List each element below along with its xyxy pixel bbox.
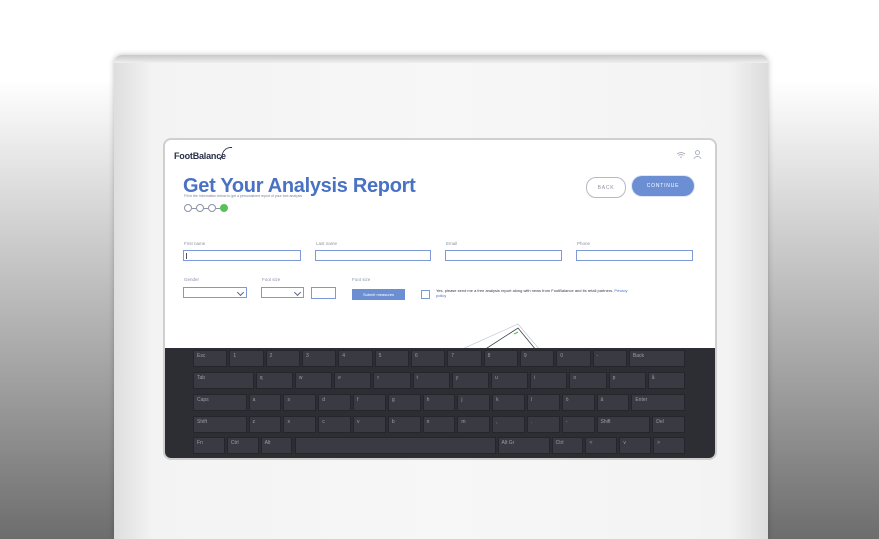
- consent-label: Yes, please send me a free analysis repo…: [436, 288, 614, 293]
- keyboard-key[interactable]: g: [387, 394, 421, 411]
- keyboard-key[interactable]: i: [530, 372, 568, 389]
- kiosk-top-edge: [114, 55, 768, 63]
- keyboard-key[interactable]: Caps: [193, 394, 247, 411]
- last-name-field[interactable]: [315, 250, 431, 261]
- keyboard-key[interactable]: Ctrl: [226, 437, 259, 454]
- foot-size-label: Foot size: [262, 277, 281, 282]
- last-name-label: Last name: [316, 241, 338, 246]
- keyboard-key[interactable]: ,: [492, 416, 525, 433]
- keyboard-key[interactable]: y: [451, 372, 489, 389]
- keyboard-key[interactable]: <: [585, 437, 618, 454]
- email-label: Email: [446, 241, 458, 246]
- top-bar: FootBalance: [165, 140, 715, 168]
- keyboard-key[interactable]: u: [490, 372, 529, 389]
- kiosk-screen: FootBalance Get Your Analysis Report Fil…: [165, 140, 715, 458]
- keyboard-key[interactable]: .: [526, 416, 560, 433]
- wifi-icon: [677, 152, 685, 158]
- keyboard-key[interactable]: d: [318, 394, 352, 411]
- keyboard-key[interactable]: 2: [265, 350, 300, 367]
- keyboard-key[interactable]: Alt: [260, 437, 293, 454]
- keyboard-key[interactable]: h: [422, 394, 456, 411]
- keyboard-key[interactable]: 0: [556, 350, 591, 367]
- keyboard-key[interactable]: n: [422, 416, 456, 433]
- text-caret: [186, 253, 187, 259]
- brand-logo-mark: [219, 147, 233, 160]
- keyboard-key[interactable]: r: [373, 372, 411, 389]
- brand-logo: FootBalance: [174, 151, 226, 161]
- keyboard-key[interactable]: v: [353, 416, 386, 433]
- first-name-field[interactable]: [183, 250, 301, 261]
- foot-size-number-field[interactable]: [311, 287, 336, 299]
- chevron-down-icon: [293, 288, 302, 297]
- keyboard-key[interactable]: m: [457, 416, 491, 433]
- keyboard-key[interactable]: f: [353, 394, 386, 411]
- keyboard-key[interactable]: Shift: [193, 416, 247, 433]
- keyboard-key[interactable]: z: [248, 416, 282, 433]
- keyboard-key[interactable]: ö: [561, 394, 595, 411]
- user-icon[interactable]: [693, 150, 702, 159]
- keyboard-space-key[interactable]: [294, 437, 496, 454]
- keyboard-key[interactable]: b: [387, 416, 421, 433]
- keyboard-key[interactable]: 3: [301, 350, 337, 367]
- keyboard-key[interactable]: a: [248, 394, 282, 411]
- keyboard-key[interactable]: Back: [628, 350, 685, 367]
- keyboard-key[interactable]: x: [283, 416, 317, 433]
- keyboard-key[interactable]: Ctrl: [551, 437, 584, 454]
- keyboard-key[interactable]: 7: [447, 350, 482, 367]
- consent-checkbox[interactable]: [421, 290, 430, 299]
- gender-select[interactable]: [183, 287, 247, 298]
- keyboard-key[interactable]: Enter: [631, 394, 685, 411]
- page-subtitle: Fill in the information below to get a p…: [184, 194, 303, 198]
- keyboard-key[interactable]: -: [561, 416, 595, 433]
- chevron-down-icon: [236, 288, 245, 297]
- keyboard-key[interactable]: Alt Gr: [497, 437, 550, 454]
- keyboard-key[interactable]: Del: [652, 416, 685, 433]
- step-1-dot: [184, 204, 192, 212]
- keyboard-key[interactable]: ä: [596, 394, 630, 411]
- keyboard-key[interactable]: Tab: [193, 372, 254, 389]
- foot-scan-preview: [459, 323, 541, 350]
- keyboard-key[interactable]: s: [283, 394, 317, 411]
- step-3-dot: [208, 204, 216, 212]
- keyboard-key[interactable]: 5: [374, 350, 409, 367]
- background-top: [0, 0, 879, 58]
- foot-size-select[interactable]: [261, 287, 304, 298]
- step-4-dot-active: [220, 204, 228, 212]
- first-name-label: First name: [184, 241, 206, 246]
- gender-label: Gender: [184, 277, 200, 282]
- keyboard-key[interactable]: -: [592, 350, 627, 367]
- email-field[interactable]: [445, 250, 562, 261]
- keyboard-key[interactable]: w: [294, 372, 333, 389]
- back-button[interactable]: BACK: [586, 177, 626, 198]
- keyboard-key[interactable]: 1: [229, 350, 264, 367]
- phone-field[interactable]: [576, 250, 693, 261]
- keyboard-key[interactable]: t: [412, 372, 450, 389]
- keyboard-key[interactable]: 6: [410, 350, 446, 367]
- keyboard-key[interactable]: Fn: [193, 437, 225, 454]
- keyboard-key[interactable]: l: [526, 394, 560, 411]
- keyboard-key[interactable]: c: [318, 416, 352, 433]
- keyboard-key[interactable]: k: [492, 394, 525, 411]
- feet-size-label: Foot size: [352, 277, 371, 282]
- keyboard-key[interactable]: >: [653, 437, 685, 454]
- keyboard-key[interactable]: j: [457, 394, 491, 411]
- keyboard-key[interactable]: q: [255, 372, 293, 389]
- keyboard-key[interactable]: o: [569, 372, 607, 389]
- consent-text: Yes, please send me a free analysis repo…: [436, 288, 636, 298]
- keyboard-key[interactable]: e: [334, 372, 372, 389]
- progress-stepper: [184, 204, 244, 214]
- keyboard-key[interactable]: Shift: [596, 416, 651, 433]
- keyboard-key[interactable]: Esc: [193, 350, 228, 367]
- submit-measures-button[interactable]: Submit measures: [352, 289, 405, 300]
- keyboard-key[interactable]: p: [608, 372, 646, 389]
- step-2-dot: [196, 204, 204, 212]
- continue-button[interactable]: CONTINUE: [632, 176, 694, 196]
- keyboard-key[interactable]: 8: [483, 350, 518, 367]
- phone-label: Phone: [577, 241, 591, 246]
- keyboard-key[interactable]: å: [647, 372, 685, 389]
- keyboard-key[interactable]: 9: [519, 350, 555, 367]
- on-screen-keyboard: Esc 1 2 3 4 5 6 7 8 9 0- Back Tab q w e r t y u i o p å Caps a s d f…: [165, 348, 715, 458]
- keyboard-key[interactable]: 4: [338, 350, 373, 367]
- keyboard-key[interactable]: v: [619, 437, 652, 454]
